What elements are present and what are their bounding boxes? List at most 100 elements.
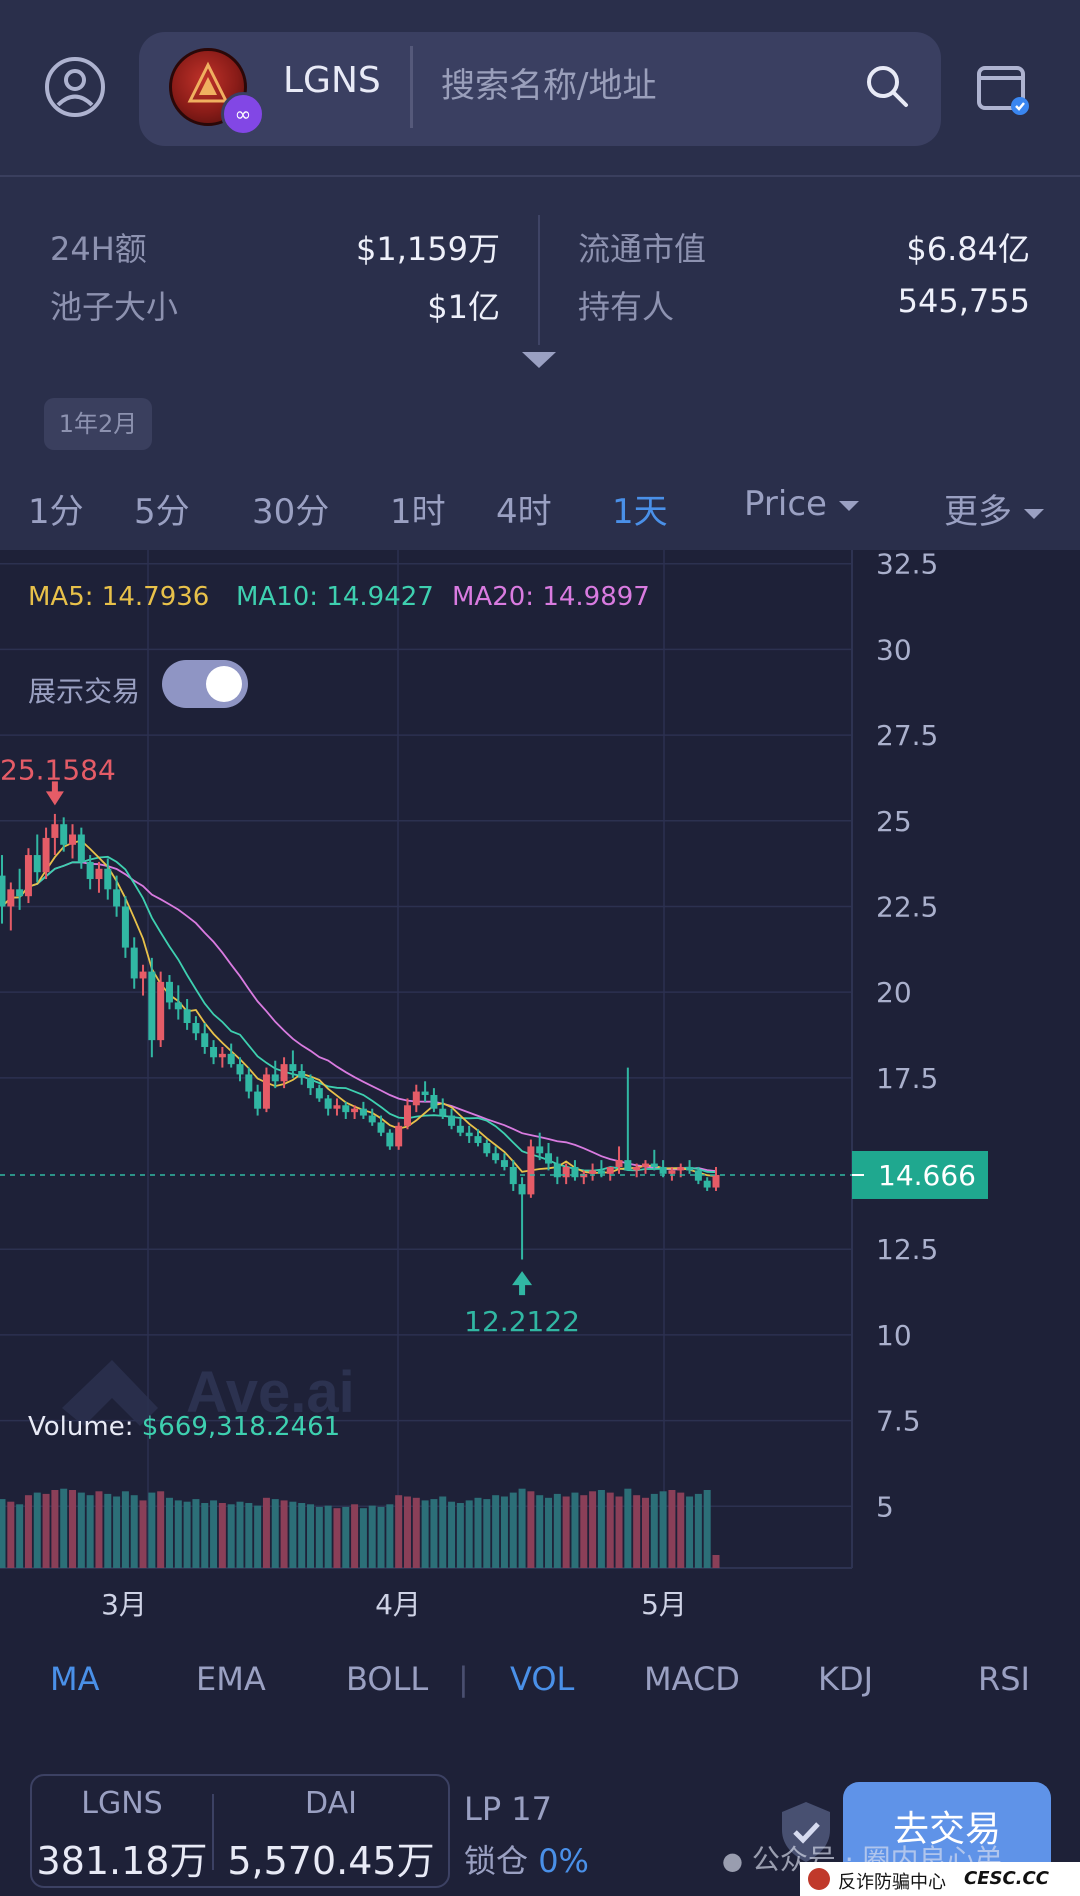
anti-fraud-logo-icon: [808, 1868, 830, 1890]
volume-bar: [536, 1495, 544, 1568]
candle: [403, 1105, 411, 1126]
volume-24h-label: 24H额: [50, 230, 147, 268]
candle: [271, 1074, 279, 1082]
lock-info: 锁仓 0%: [464, 1836, 589, 1882]
volume-bar: [77, 1492, 85, 1568]
y-tick-label: 17.5: [876, 1062, 938, 1095]
candle: [192, 1023, 200, 1034]
volume-bar: [183, 1501, 191, 1568]
indicator-ma[interactable]: MA: [50, 1660, 100, 1698]
search-bar[interactable]: ∞ LGNS: [139, 32, 941, 146]
volume-bar: [51, 1490, 59, 1568]
candle: [7, 889, 15, 907]
ma20-legend: MA20: 14.9897: [452, 582, 650, 612]
candle: [465, 1132, 473, 1137]
volume-bar: [315, 1506, 323, 1568]
tab-30m[interactable]: 30分: [252, 484, 329, 533]
indicator-vol[interactable]: VOL: [510, 1660, 574, 1698]
stats-divider: [538, 215, 540, 345]
user-avatar-icon[interactable]: [44, 56, 106, 118]
candle: [139, 971, 147, 979]
price-dropdown[interactable]: Price: [744, 484, 859, 524]
volume-bar: [113, 1496, 121, 1568]
volume-bar: [518, 1488, 526, 1568]
volume-bar: [33, 1492, 41, 1568]
volume-bar: [210, 1500, 218, 1568]
volume-bar: [165, 1497, 173, 1568]
volume-bar: [95, 1491, 103, 1568]
candle: [148, 971, 156, 1041]
tab-1h[interactable]: 1时: [390, 484, 446, 533]
tab-1m[interactable]: 1分: [28, 484, 84, 533]
candle: [500, 1160, 508, 1167]
tab-4h[interactable]: 4时: [496, 484, 552, 533]
price-chart[interactable]: Ave.ai 32.53027.52522.52017.512.5107.55 …: [0, 550, 1080, 1630]
ma20-line: [1, 861, 717, 1172]
y-tick-label: 10: [876, 1319, 912, 1352]
timeframe-tabs: 1分 5分 30分 1时 4时 1天 Price 更多: [0, 470, 1080, 548]
volume-bar: [553, 1493, 561, 1568]
candle: [24, 855, 32, 897]
y-tick-label: 22.5: [876, 890, 938, 923]
volume-bar: [69, 1490, 77, 1568]
volume-bar: [157, 1491, 165, 1568]
lp-label: LP 17: [464, 1790, 553, 1828]
more-dropdown-label: 更多: [944, 492, 1012, 532]
range-chip[interactable]: 1年2月: [44, 398, 152, 450]
price-dropdown-label: Price: [744, 484, 827, 524]
wallet-icon[interactable]: [976, 60, 1032, 116]
expand-stats-icon[interactable]: [522, 352, 556, 368]
volume-bar: [712, 1555, 720, 1568]
candle: [16, 889, 24, 897]
search-icon[interactable]: [863, 62, 911, 110]
volume-bar: [412, 1497, 420, 1568]
wechat-icon: ●: [722, 1847, 743, 1875]
volume-bar: [668, 1490, 676, 1568]
volume-bar: [368, 1505, 376, 1568]
search-input[interactable]: [439, 50, 863, 122]
volume-bar: [465, 1500, 473, 1568]
candle: [412, 1091, 420, 1106]
ma5-path: [1, 839, 717, 1177]
indicator-boll[interactable]: BOLL: [346, 1660, 428, 1698]
volume-bar: [7, 1501, 15, 1568]
volume-bar: [280, 1500, 288, 1568]
volume-bar: [271, 1499, 279, 1568]
candle: [712, 1174, 720, 1188]
holders-value: 545,755: [897, 282, 1030, 320]
volume-bar: [307, 1504, 315, 1568]
indicator-tabs: MA EMA BOLL | VOL MACD KDJ RSI: [0, 1660, 1080, 1720]
candle: [492, 1153, 500, 1161]
volume-bar: [677, 1492, 685, 1568]
candle: [95, 868, 103, 880]
candle: [359, 1108, 367, 1116]
toggle-knob: [206, 666, 242, 702]
volume-bar: [24, 1495, 32, 1568]
token-symbol[interactable]: LGNS: [283, 60, 381, 101]
volume-bar: [633, 1495, 641, 1568]
volume-bar: [342, 1506, 350, 1568]
indicator-rsi[interactable]: RSI: [978, 1660, 1030, 1698]
pool-size-value: $1亿: [427, 288, 500, 326]
candle: [659, 1166, 667, 1174]
show-trades-toggle[interactable]: [162, 660, 248, 708]
candle: [448, 1115, 456, 1126]
volume-bar: [545, 1497, 553, 1568]
tab-1d[interactable]: 1天: [612, 484, 668, 533]
lock-label: 锁仓: [464, 1842, 529, 1880]
indicator-ema[interactable]: EMA: [196, 1660, 266, 1698]
tab-5m[interactable]: 5分: [134, 484, 190, 533]
indicator-macd[interactable]: MACD: [644, 1660, 740, 1698]
candle: [342, 1105, 350, 1113]
more-dropdown[interactable]: 更多: [944, 484, 1044, 533]
volume-bar: [650, 1493, 658, 1568]
volume-bar: [0, 1499, 6, 1568]
ma5-legend: MA5: 14.7936: [28, 582, 209, 612]
candle: [69, 834, 77, 845]
high-price-label: 25.1584: [0, 753, 116, 786]
ma5-value: 14.7936: [101, 582, 210, 612]
volume-bar: [571, 1492, 579, 1568]
indicator-kdj[interactable]: KDJ: [818, 1660, 873, 1698]
volume-bar: [333, 1508, 341, 1568]
ma10-value: 14.9427: [326, 582, 434, 612]
